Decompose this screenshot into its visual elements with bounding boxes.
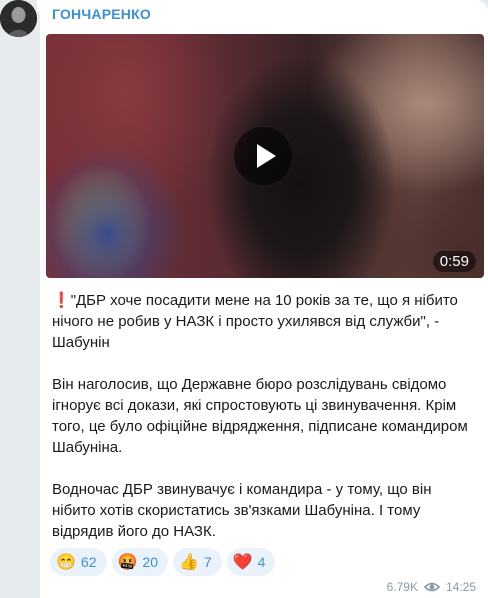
author-name[interactable]: ГОНЧАРЕНКО xyxy=(52,6,151,22)
reaction-count: 62 xyxy=(80,554,97,570)
paragraph-statement: Він наголосив, що Державне бюро розсліду… xyxy=(52,376,468,456)
exclamation-icon: ❗ xyxy=(52,292,71,309)
reaction-heart[interactable]: ❤️ 4 xyxy=(226,548,276,576)
paragraph-accusation: Водночас ДБР звинувачує і командира - у … xyxy=(52,481,432,540)
message-meta: 6.79K 14:25 xyxy=(387,580,476,594)
reaction-thumbs-up[interactable]: 👍 7 xyxy=(173,548,222,576)
reactions-bar: 😁 62 🤬 20 👍 7 ❤️ 4 xyxy=(50,548,276,576)
channel-avatar[interactable] xyxy=(0,0,37,37)
view-count: 6.79K xyxy=(386,580,418,594)
quote-text: "ДБР хоче посадити мене на 10 років за т… xyxy=(52,292,458,351)
video-player[interactable]: 0:59 xyxy=(46,34,484,278)
thumbs-up-icon: 👍 xyxy=(179,554,199,571)
message-bubble: ГОНЧАРЕНКО 0:59 ❗"ДБР хоче посадити мене… xyxy=(40,0,488,598)
play-icon xyxy=(257,144,276,168)
paragraph-quote: ❗"ДБР хоче посадити мене на 10 років за … xyxy=(52,290,476,353)
heart-icon: ❤️ xyxy=(232,554,253,571)
message-time: 14:25 xyxy=(445,580,476,594)
reaction-count: 7 xyxy=(203,554,212,570)
reaction-angry[interactable]: 🤬 20 xyxy=(111,548,168,576)
reaction-count: 4 xyxy=(257,554,266,570)
reaction-count: 20 xyxy=(142,554,158,570)
angry-emoji-icon: 🤬 xyxy=(117,554,138,571)
message-text: ❗"ДБР хоче посадити мене на 10 років за … xyxy=(52,290,476,563)
play-button[interactable] xyxy=(234,127,292,185)
video-duration: 0:59 xyxy=(432,251,476,272)
reaction-grin[interactable]: 😁 62 xyxy=(50,548,107,576)
grin-emoji-icon: 😁 xyxy=(56,554,76,571)
eye-icon xyxy=(423,582,440,592)
